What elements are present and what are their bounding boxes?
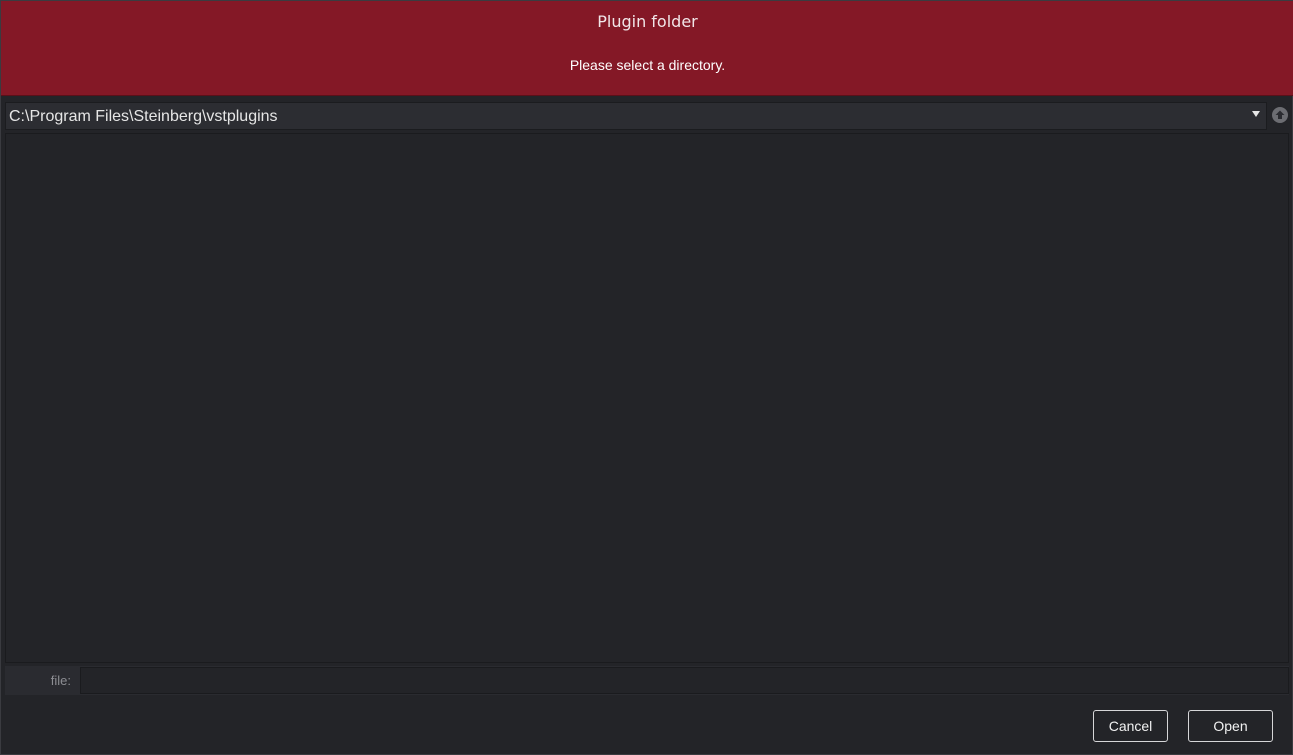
file-name-input[interactable]: [80, 667, 1289, 694]
folder-up-button[interactable]: [1272, 107, 1288, 123]
cancel-button[interactable]: Cancel: [1093, 710, 1168, 742]
file-list[interactable]: [5, 133, 1289, 663]
open-button[interactable]: Open: [1188, 710, 1273, 742]
dialog-header: Plugin folder Please select a directory.: [1, 1, 1293, 96]
dialog-subtitle: Please select a directory.: [569, 57, 726, 73]
file-name-row: file:: [5, 666, 1289, 695]
current-path: C:\Program Files\Steinberg\vstplugins: [9, 108, 278, 125]
file-label: file:: [5, 666, 80, 695]
arrow-up-icon: [1275, 110, 1285, 119]
chevron-down-icon[interactable]: [1252, 111, 1260, 117]
path-dropdown[interactable]: C:\Program Files\Steinberg\vstplugins: [5, 102, 1267, 130]
plugin-folder-dialog: Plugin folder Please select a directory.…: [0, 0, 1293, 755]
dialog-title: Plugin folder: [597, 12, 698, 31]
